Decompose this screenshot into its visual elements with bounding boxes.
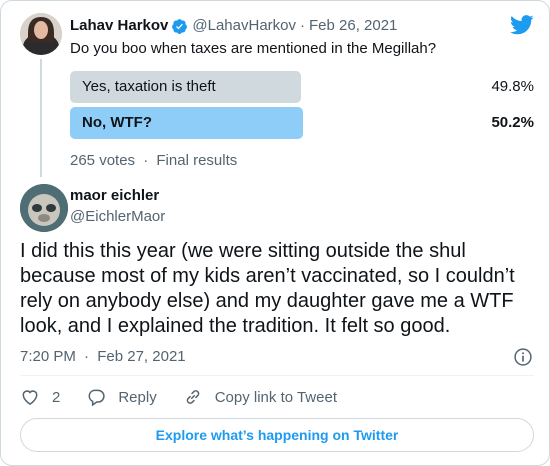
avatar-image — [20, 13, 62, 55]
reply-tweet-text: I did this this year (we were sitting ou… — [20, 240, 515, 337]
link-icon — [186, 390, 199, 404]
poll-option-1: Yes, taxation is theft 49.8% — [70, 71, 534, 103]
poll-option-label: No, WTF? — [82, 114, 152, 131]
poll-footer: 265 votes · Final results — [70, 151, 237, 171]
copy-link-label: Copy link to Tweet — [214, 388, 337, 406]
reply-bubble-icon — [88, 389, 106, 407]
parent-tweet-header: Lahav Harkov @LahavHarkov · Feb 26, 2021 — [70, 16, 397, 36]
tweet-actions-bar: 2 Reply Copy link to Tweet — [20, 385, 363, 409]
copy-link-button[interactable]: Copy link to Tweet — [183, 387, 337, 407]
reply-label: Reply — [118, 388, 157, 406]
reply-author-name[interactable]: maor eichler — [70, 186, 159, 206]
header-separator: · — [300, 17, 305, 34]
timestamp-separator: · — [84, 348, 90, 365]
avatar-image — [20, 184, 68, 232]
info-icon[interactable] — [513, 347, 533, 367]
thread-connector-line — [40, 59, 42, 177]
reply-author-handle[interactable]: @EichlerMaor — [70, 207, 165, 227]
reply-timestamp[interactable]: 7:20 PM · Feb 27, 2021 — [20, 347, 186, 367]
reply-time: 7:20 PM — [20, 348, 76, 365]
poll-option-label: Yes, taxation is theft — [82, 78, 216, 95]
poll-option-2: No, WTF? 50.2% — [70, 107, 534, 139]
parent-tweet-date[interactable]: Feb 26, 2021 — [309, 16, 397, 36]
poll-footer-separator: · — [143, 152, 149, 169]
poll-vote-count: 265 votes — [70, 152, 136, 169]
reply-author-avatar[interactable] — [20, 184, 68, 232]
like-button[interactable]: 2 — [20, 387, 60, 407]
divider — [20, 375, 534, 376]
parent-author-name[interactable]: Lahav Harkov — [70, 16, 168, 36]
poll-option-percent: 50.2% — [491, 114, 534, 131]
verified-badge-icon — [172, 18, 188, 34]
poll-option-percent: 49.8% — [491, 78, 534, 95]
reply-date: Feb 27, 2021 — [97, 348, 186, 365]
parent-author-handle[interactable]: @LahavHarkov — [192, 16, 296, 36]
explore-twitter-button[interactable]: Explore what’s happening on Twitter — [20, 418, 534, 452]
poll-status: Final results — [156, 152, 238, 169]
parent-author-avatar[interactable] — [20, 13, 62, 55]
reply-button[interactable]: Reply — [86, 387, 157, 407]
twitter-bird-icon[interactable] — [510, 15, 534, 35]
tweet-embed-card: Lahav Harkov @LahavHarkov · Feb 26, 2021… — [0, 0, 550, 466]
like-count: 2 — [52, 388, 61, 406]
heart-icon — [22, 390, 38, 405]
parent-tweet-text: Do you boo when taxes are mentioned in t… — [70, 40, 437, 57]
